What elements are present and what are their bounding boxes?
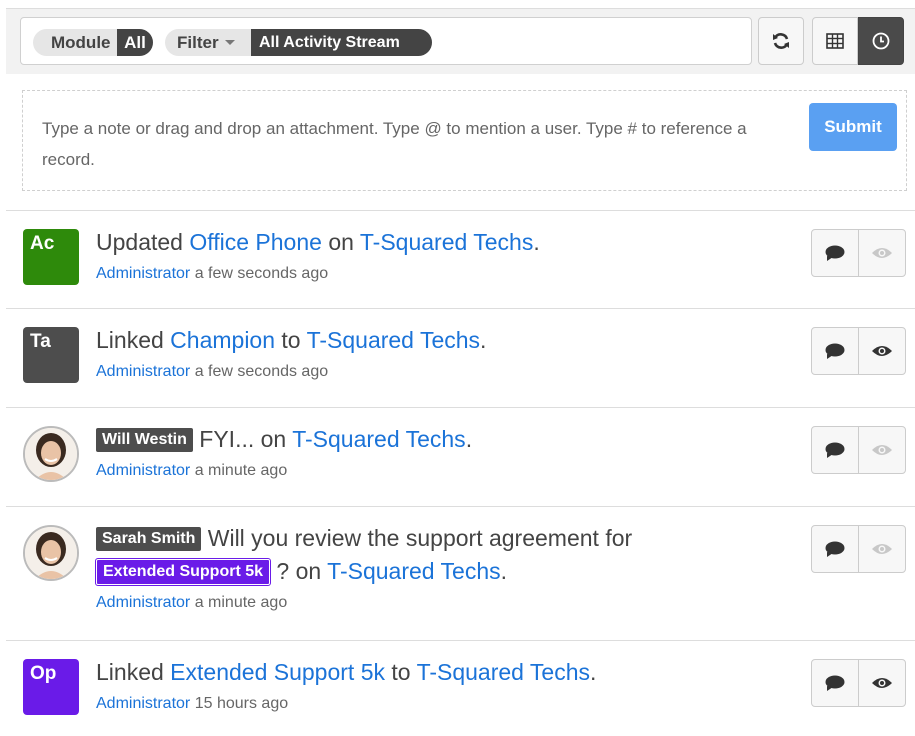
record-link[interactable]: T-Squared Techs: [360, 229, 533, 255]
user-avatar: [23, 525, 79, 581]
module-value[interactable]: All: [117, 29, 153, 56]
eye-icon: [872, 346, 892, 356]
activity-item: Ta Linked Champion to T-Squared Techs. A…: [6, 308, 915, 407]
activity-verb: Updated: [96, 229, 183, 255]
user-avatar: [23, 426, 79, 482]
activity-actions: [811, 229, 906, 277]
eye-icon: [872, 544, 892, 554]
module-filter-pill[interactable]: Module All: [33, 29, 153, 56]
activity-content: Will Westin FYI... on T-Squared Techs. A…: [96, 424, 786, 482]
activity-prep: to: [391, 659, 411, 685]
activity-time: a few seconds ago: [194, 265, 329, 282]
activity-item: Op Linked Extended Support 5k to T-Squar…: [6, 640, 915, 736]
comment-button[interactable]: [812, 427, 858, 473]
activity-message: Will you review the support agreement fo…: [207, 525, 633, 551]
comment-icon: [825, 442, 845, 458]
comment-button[interactable]: [812, 230, 858, 276]
submit-button[interactable]: Submit: [809, 103, 897, 151]
activity-prep: to: [281, 327, 301, 353]
activity-actions: [811, 525, 906, 573]
refresh-button[interactable]: [758, 17, 804, 65]
author-link[interactable]: Administrator: [96, 363, 190, 380]
activity-filter-pill[interactable]: Filter All Activity Stream: [165, 29, 432, 56]
comment-icon: [825, 343, 845, 359]
activity-message-tail: ? on: [276, 558, 322, 584]
author-link[interactable]: Administrator: [96, 462, 190, 479]
record-link[interactable]: T-Squared Techs: [327, 558, 500, 584]
activity-content: Updated Office Phone on T-Squared Techs.…: [96, 227, 786, 285]
caret-down-icon: [224, 40, 235, 45]
record-link[interactable]: T-Squared Techs: [307, 327, 480, 353]
activity-object-link[interactable]: Office Phone: [189, 229, 322, 255]
activity-content: Linked Extended Support 5k to T-Squared …: [96, 657, 786, 715]
activity-actions: [811, 659, 906, 707]
activity-time: a minute ago: [194, 462, 288, 479]
activity-verb: Linked: [96, 659, 164, 685]
activity-item: Will Westin FYI... on T-Squared Techs. A…: [6, 407, 915, 506]
author-link[interactable]: Administrator: [96, 695, 190, 712]
author-link[interactable]: Administrator: [96, 265, 190, 282]
note-input[interactable]: Type a note or drag and drop an attachme…: [42, 113, 792, 175]
preview-button[interactable]: [858, 328, 905, 374]
eye-icon: [872, 678, 892, 688]
preview-button[interactable]: [858, 526, 905, 572]
module-avatar: Ta: [23, 327, 79, 383]
filter-label: Filter: [177, 32, 219, 52]
sentence-end: .: [590, 659, 597, 685]
comment-icon: [825, 675, 845, 691]
activity-stream-view-button[interactable]: [858, 17, 904, 65]
eye-icon: [872, 248, 892, 258]
filter-dropdown[interactable]: Filter: [177, 33, 235, 53]
comment-icon: [825, 245, 845, 261]
record-link[interactable]: T-Squared Techs: [292, 426, 465, 452]
activity-object-link[interactable]: Extended Support 5k: [170, 659, 385, 685]
filter-box[interactable]: Module All Filter All Activity Stream: [20, 17, 752, 65]
comment-button[interactable]: [812, 328, 858, 374]
filter-value[interactable]: All Activity Stream: [251, 29, 432, 56]
activity-item: Ac Updated Office Phone on T-Squared Tec…: [6, 210, 915, 308]
module-avatar: Op: [23, 659, 79, 715]
clock-icon: [872, 32, 890, 50]
eye-icon: [872, 445, 892, 455]
activity-message: FYI... on: [199, 426, 287, 452]
record-mention-tag[interactable]: Extended Support 5k: [94, 558, 272, 586]
comment-button[interactable]: [812, 526, 858, 572]
author-link[interactable]: Administrator: [96, 594, 190, 611]
sentence-end: .: [465, 426, 473, 452]
activity-content: Sarah Smith Will you review the support …: [94, 523, 786, 614]
user-mention-tag[interactable]: Sarah Smith: [96, 527, 202, 551]
preview-button[interactable]: [858, 230, 905, 276]
preview-button[interactable]: [858, 427, 905, 473]
activity-time: 15 hours ago: [194, 695, 289, 712]
activity-item: Sarah Smith Will you review the support …: [6, 506, 915, 640]
activity-actions: [811, 426, 906, 474]
table-view-button[interactable]: [812, 17, 858, 65]
activity-time: a minute ago: [194, 594, 288, 611]
note-compose-area[interactable]: Type a note or drag and drop an attachme…: [22, 90, 907, 191]
comment-icon: [825, 541, 845, 557]
record-link[interactable]: T-Squared Techs: [417, 659, 590, 685]
activity-verb: Linked: [96, 327, 164, 353]
refresh-icon: [773, 33, 789, 49]
activity-actions: [811, 327, 906, 375]
comment-button[interactable]: [812, 660, 858, 706]
activity-content: Linked Champion to T-Squared Techs. Admi…: [96, 325, 786, 383]
activity-object-link[interactable]: Champion: [170, 327, 275, 353]
module-avatar: Ac: [23, 229, 79, 285]
preview-button[interactable]: [858, 660, 905, 706]
activity-toolbar: Module All Filter All Activity Stream: [6, 8, 915, 74]
table-view-icon: [826, 33, 844, 49]
user-mention-tag[interactable]: Will Westin: [96, 428, 193, 452]
module-label: Module: [51, 32, 111, 52]
sentence-end: .: [500, 558, 508, 584]
activity-prep: on: [328, 229, 354, 255]
sentence-end: .: [480, 327, 487, 353]
activity-time: a few seconds ago: [194, 363, 329, 380]
sentence-end: .: [533, 229, 540, 255]
